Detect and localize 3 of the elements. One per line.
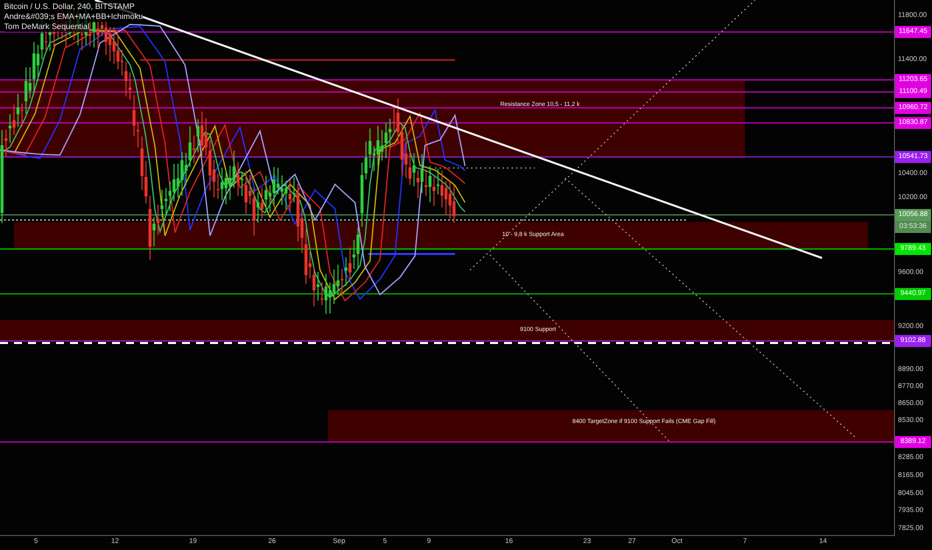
legend-text: Bitcoin / U.S. Dollar, 240, BITSTAMP: [4, 2, 135, 12]
legend-text: Andre&#039;s EMA+MA+BB+Ichimoku: [4, 12, 143, 22]
legend-text: Tom DeMark Sequential: [4, 22, 90, 32]
